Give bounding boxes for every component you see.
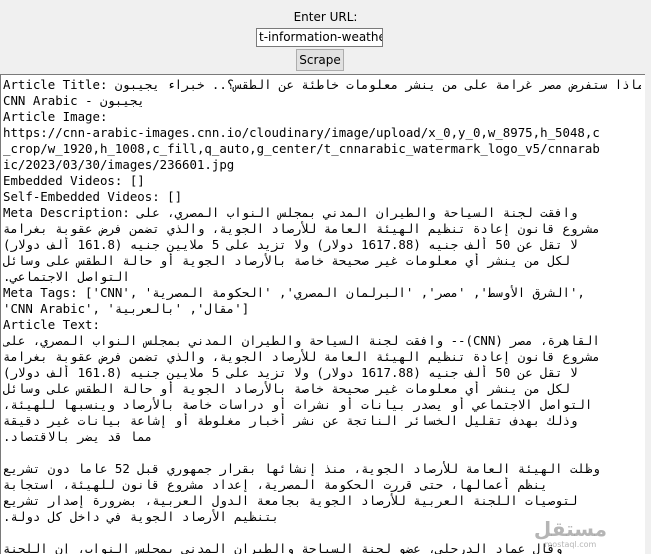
output-line: Article Title: لماذا ستفرض مصر غرامة على… [3,77,641,92]
url-label: Enter URL: [293,10,358,24]
output-line: يجيبون - CNN Arabic [3,93,145,108]
output-line: مما قد يضر بالاقتصاد. [3,429,153,444]
output-line: Embedded Videos: [] [3,173,145,188]
output-line: Article Text: [3,317,100,332]
output-line: Meta Tags: ['CNN', 'الشرق الأوسط', 'مصر'… [3,285,585,300]
output-line: لا تقل عن 50 ألف جنيه (1617.88 دولار) ول… [3,365,578,380]
output-line: لا تقل عن 50 ألف جنيه (1617.88 دولار) ول… [3,237,578,252]
output-line: التواصل الاجتماعي. [3,269,130,284]
output-line: وظلت الهيئة العامة للأرصاد الجوية، منذ إ… [3,461,600,476]
output-line: Self-Embedded Videos: [] [3,189,183,204]
output-line: القاهرة، مصر (CNN)-- وافقت لجنة السياحة … [3,333,600,348]
output-line: Article Image: [3,109,108,124]
output-line: ic/2023/03/30/images/236601.jpg [3,157,235,172]
output-line: مشروع قانون إعادة تنظيم الهيئة العامة لل… [3,221,600,236]
output-line: لكل من ينشر أي معلومات غير صحيحة خاصة با… [3,253,570,268]
output-line: 'CNN Arabic', 'مقال', 'بالعربية'] [3,301,250,316]
scrape-button[interactable]: Scrape [296,49,344,71]
output-line: مشروع قانون إعادة تنظيم الهيئة العامة لل… [3,349,600,364]
output-line: وقال عماد الدرجلي، عضو لجنة السياحة والط… [3,541,563,554]
output-text-area[interactable]: Article Title: لماذا ستفرض مصر غرامة على… [0,74,645,554]
output-line: _crop/w_1920,h_1008,c_fill,q_auto,g_cent… [3,141,600,156]
url-form: Enter URL: t-information-weather Scrape [0,0,651,74]
output-line: Meta Description: وافقت لجنة السياحة وال… [3,205,578,220]
output-scrollbar[interactable] [645,74,651,554]
url-input[interactable]: t-information-weather [256,28,383,47]
output-line: التواصل الاجتماعي أو يصدر بيانات أو نشرا… [3,397,593,412]
output-line: https://cnn-arabic-images.cnn.io/cloudin… [3,125,600,140]
output-line: وذلك بهدف تقليل الخسائر الناتجة عن نشر أ… [3,413,578,428]
output-line: بتنظيم الأرصاد الجوية في داخل كل دولة. [3,509,280,524]
output-line: لكل من ينشر أي معلومات غير صحيحة خاصة با… [3,381,570,396]
output-line: ينظم أعمالها، حتى قررت الحكومة المصرية، … [3,477,548,492]
output-line: لتوصيات اللجنة العربية للأرصاد الجوية بج… [3,493,578,508]
